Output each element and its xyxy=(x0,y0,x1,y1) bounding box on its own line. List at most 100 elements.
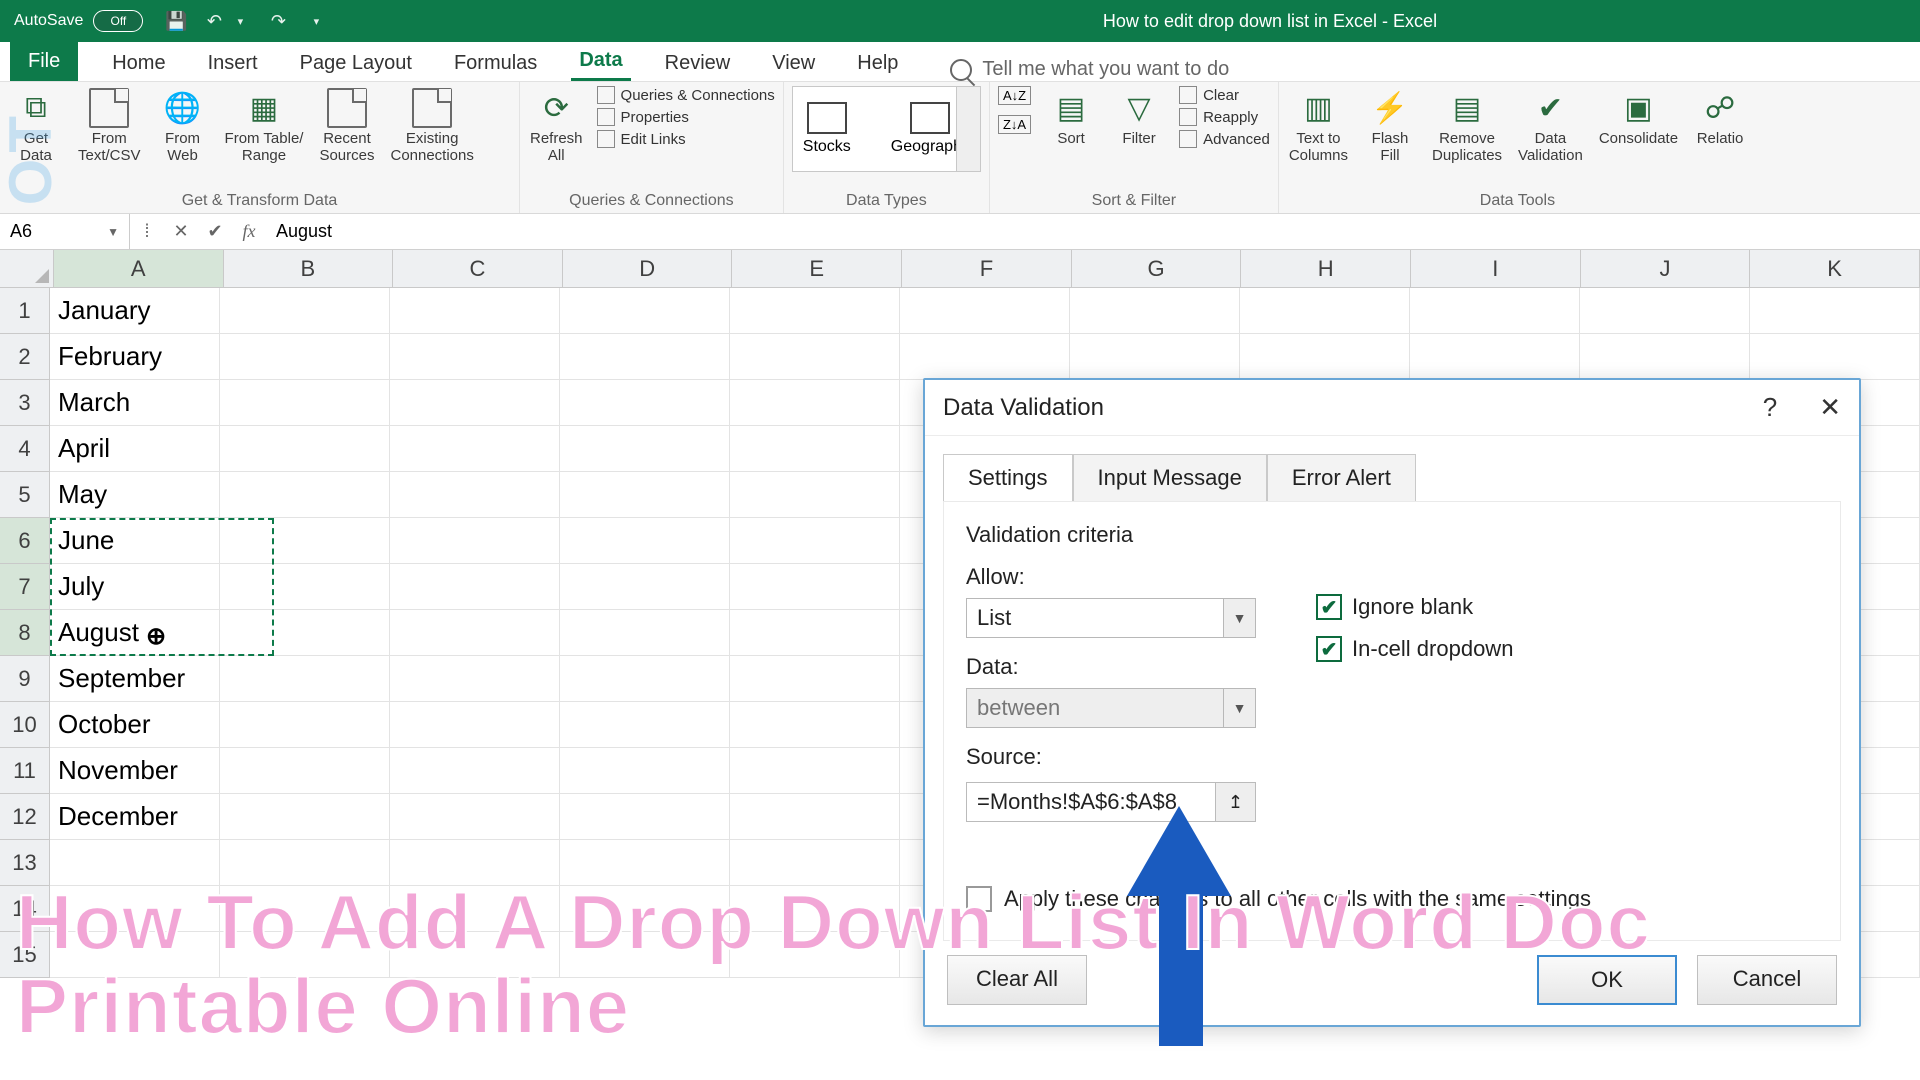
refresh-all-button[interactable]: ⟳Refresh All xyxy=(528,86,585,166)
chevron-down-icon[interactable]: ▼ xyxy=(1224,598,1256,638)
text-to-columns-button[interactable]: ▥Text to Columns xyxy=(1287,86,1350,166)
row-header-5[interactable]: 5 xyxy=(0,472,50,518)
row-header-1[interactable]: 1 xyxy=(0,288,50,334)
gallery-scroll[interactable] xyxy=(956,87,980,171)
cell[interactable] xyxy=(730,794,900,840)
cell[interactable] xyxy=(730,702,900,748)
source-input[interactable]: =Months!$A$6:$A$8 xyxy=(966,782,1216,822)
edit-links-button[interactable]: Edit Links xyxy=(597,130,775,148)
cell[interactable] xyxy=(1750,288,1920,334)
cell[interactable]: October xyxy=(50,702,220,748)
tab-home[interactable]: Home xyxy=(104,46,173,81)
stocks-type[interactable]: Stocks xyxy=(803,102,851,156)
cell[interactable] xyxy=(730,564,900,610)
tab-insert[interactable]: Insert xyxy=(200,46,266,81)
cell[interactable] xyxy=(560,472,730,518)
row-header-8[interactable]: 8 xyxy=(0,610,50,656)
allow-combo[interactable]: List ▼ xyxy=(966,598,1256,638)
cell[interactable]: June xyxy=(50,518,220,564)
cell[interactable] xyxy=(730,472,900,518)
data-types-gallery[interactable]: Stocks Geography xyxy=(792,86,981,172)
cell[interactable] xyxy=(1580,288,1750,334)
advanced-filter-button[interactable]: Advanced xyxy=(1179,130,1270,148)
cell[interactable] xyxy=(220,288,390,334)
row-header-9[interactable]: 9 xyxy=(0,656,50,702)
cell[interactable]: January xyxy=(50,288,220,334)
col-header-G[interactable]: G xyxy=(1072,250,1242,287)
cell[interactable]: December xyxy=(50,794,220,840)
cell[interactable] xyxy=(900,334,1070,380)
autosave-state[interactable]: Off xyxy=(93,10,143,32)
cell[interactable] xyxy=(1410,334,1580,380)
sort-desc-icon[interactable]: Z↓A xyxy=(998,115,1031,134)
cell[interactable] xyxy=(220,472,390,518)
cell[interactable] xyxy=(560,564,730,610)
row-header-6[interactable]: 6 xyxy=(0,518,50,564)
remove-duplicates-button[interactable]: ▤Remove Duplicates xyxy=(1430,86,1504,166)
cancel-button[interactable]: Cancel xyxy=(1697,955,1837,1005)
tab-help[interactable]: Help xyxy=(849,46,906,81)
close-icon[interactable]: ✕ xyxy=(1819,392,1841,423)
col-header-E[interactable]: E xyxy=(732,250,902,287)
tab-settings[interactable]: Settings xyxy=(943,454,1073,501)
cell[interactable]: March xyxy=(50,380,220,426)
help-icon[interactable]: ? xyxy=(1763,392,1777,423)
cell[interactable] xyxy=(390,748,560,794)
cell[interactable] xyxy=(900,288,1070,334)
formula-input[interactable]: August xyxy=(266,221,1920,242)
cell[interactable] xyxy=(730,610,900,656)
cell[interactable]: May xyxy=(50,472,220,518)
reapply-filter-button[interactable]: Reapply xyxy=(1179,108,1270,126)
data-validation-button[interactable]: ✔Data Validation xyxy=(1516,86,1585,166)
cell[interactable] xyxy=(220,794,390,840)
cell[interactable] xyxy=(390,610,560,656)
autosave-toggle[interactable]: AutoSave Off xyxy=(0,10,157,32)
tell-me-search[interactable]: Tell me what you want to do xyxy=(950,58,1229,81)
tab-data[interactable]: Data xyxy=(571,43,630,81)
tab-review[interactable]: Review xyxy=(657,46,739,81)
cell[interactable] xyxy=(1580,334,1750,380)
cell[interactable] xyxy=(730,334,900,380)
cell[interactable] xyxy=(560,426,730,472)
incell-dropdown-checkbox[interactable]: ✔ In-cell dropdown xyxy=(1316,636,1513,662)
row-header-12[interactable]: 12 xyxy=(0,794,50,840)
name-box[interactable]: A6 ▼ xyxy=(0,214,130,249)
cell[interactable] xyxy=(1240,288,1410,334)
col-header-D[interactable]: D xyxy=(563,250,733,287)
col-header-I[interactable]: I xyxy=(1411,250,1581,287)
cell[interactable] xyxy=(560,702,730,748)
ignore-blank-checkbox[interactable]: ✔ Ignore blank xyxy=(1316,594,1513,620)
relations-button[interactable]: ☍Relatio xyxy=(1692,86,1748,149)
tab-input-message[interactable]: Input Message xyxy=(1073,454,1267,501)
row-header-10[interactable]: 10 xyxy=(0,702,50,748)
cell[interactable] xyxy=(1410,288,1580,334)
cell[interactable] xyxy=(220,564,390,610)
range-picker-icon[interactable]: ↥ xyxy=(1216,782,1256,822)
cell[interactable] xyxy=(560,610,730,656)
tab-formulas[interactable]: Formulas xyxy=(446,46,545,81)
undo-icon[interactable]: ↶ xyxy=(201,8,227,34)
cell[interactable] xyxy=(730,380,900,426)
from-text-csv-button[interactable]: From Text/CSV xyxy=(76,86,143,166)
cell[interactable] xyxy=(390,518,560,564)
row-header-11[interactable]: 11 xyxy=(0,748,50,794)
col-header-H[interactable]: H xyxy=(1241,250,1411,287)
get-data-button[interactable]: ⧉Get Data xyxy=(8,86,64,166)
filter-button[interactable]: ▽Filter xyxy=(1111,86,1167,149)
accept-formula-icon[interactable]: ✔ xyxy=(198,221,232,242)
col-header-A[interactable]: A xyxy=(54,250,224,287)
flash-fill-button[interactable]: ⚡Flash Fill xyxy=(1362,86,1418,166)
col-header-K[interactable]: K xyxy=(1750,250,1920,287)
name-box-dropdown-icon[interactable]: ▼ xyxy=(107,225,119,239)
cell[interactable] xyxy=(1070,334,1240,380)
cell[interactable] xyxy=(390,426,560,472)
cell[interactable] xyxy=(390,380,560,426)
cell[interactable] xyxy=(730,426,900,472)
col-header-C[interactable]: C xyxy=(393,250,563,287)
row-header-7[interactable]: 7 xyxy=(0,564,50,610)
cell[interactable] xyxy=(560,748,730,794)
cell[interactable]: November xyxy=(50,748,220,794)
col-header-B[interactable]: B xyxy=(224,250,394,287)
cell[interactable] xyxy=(730,518,900,564)
fx-icon[interactable]: fx xyxy=(232,221,266,242)
